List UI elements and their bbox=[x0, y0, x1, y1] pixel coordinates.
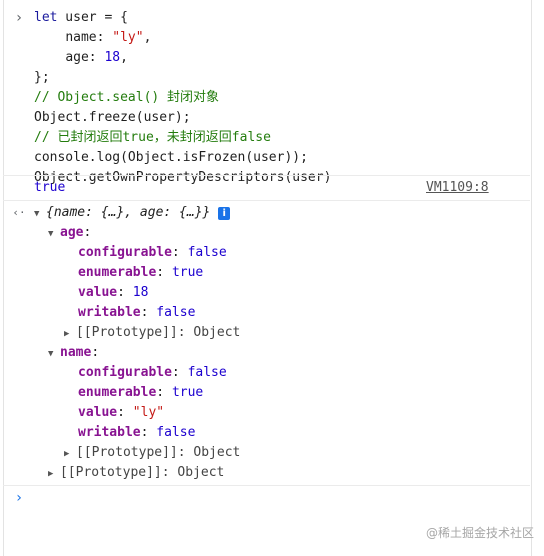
chevron-right-icon: › bbox=[14, 10, 24, 26]
code-text: : bbox=[88, 50, 105, 65]
collapse-arrow-icon[interactable]: ▶ bbox=[64, 324, 76, 344]
code-keyword: let bbox=[34, 10, 58, 25]
property-key: value bbox=[78, 285, 118, 300]
code-line-5: // Object.seal() 封闭对象 bbox=[34, 90, 220, 105]
result-arrow-icon: ‹· bbox=[12, 206, 26, 219]
prop-row: value: 18 bbox=[78, 285, 149, 300]
prototype-row[interactable]: ▶ [[Prototype]]: Object bbox=[64, 323, 240, 343]
property-value: true bbox=[171, 385, 204, 400]
source-link[interactable]: VM1109:8 bbox=[426, 178, 489, 198]
watermark: @稀土掘金技术社区 bbox=[426, 526, 535, 540]
prop-row: enumerable: true bbox=[78, 265, 204, 280]
code-line-1: let user = { bbox=[34, 8, 128, 28]
divider bbox=[3, 175, 530, 176]
code-text: , bbox=[143, 30, 152, 45]
prop-row: writable: false bbox=[78, 305, 196, 320]
code-string: "ly" bbox=[112, 30, 144, 45]
prop-row: enumerable: true bbox=[78, 385, 204, 400]
property-key: writable bbox=[78, 305, 141, 320]
property-key: enumerable bbox=[78, 265, 157, 280]
prop-row: value: "ly" bbox=[78, 405, 165, 420]
tree-node-age[interactable]: ▼ age: bbox=[48, 223, 91, 243]
divider bbox=[3, 200, 530, 201]
code-line-3: age: 18, bbox=[34, 48, 128, 68]
info-icon[interactable]: i bbox=[218, 207, 231, 220]
tree-node-name[interactable]: ▼ name: bbox=[48, 343, 99, 363]
collapse-arrow-icon[interactable]: ▶ bbox=[64, 444, 76, 464]
property-value: false bbox=[156, 305, 196, 320]
code-text: , bbox=[120, 50, 128, 65]
prototype-label: [[Prototype]]: Object bbox=[76, 445, 241, 460]
code-line-2: name: "ly", bbox=[34, 28, 151, 48]
property-key: value bbox=[78, 405, 118, 420]
property-key: age bbox=[60, 225, 84, 240]
code-text: name bbox=[65, 30, 97, 45]
expand-arrow-icon[interactable]: ▼ bbox=[34, 204, 46, 224]
property-key: configurable bbox=[78, 365, 172, 380]
result-summary: {name: {…}, age: {…}} bbox=[46, 205, 211, 220]
log-output: true bbox=[34, 178, 65, 198]
collapse-arrow-icon[interactable]: ▶ bbox=[48, 464, 60, 484]
prototype-label: [[Prototype]]: Object bbox=[76, 325, 241, 340]
code-line-8: console.log(Object.isFrozen(user)); bbox=[34, 150, 308, 165]
code-line-9: Object.getOwnPropertyDescriptors(user) bbox=[34, 170, 332, 185]
code-text: : bbox=[96, 30, 113, 45]
code-text: age bbox=[65, 50, 89, 65]
prototype-row[interactable]: ▶ [[Prototype]]: Object bbox=[64, 443, 240, 463]
property-value: 18 bbox=[132, 285, 149, 300]
prototype-label: [[Prototype]]: Object bbox=[60, 465, 225, 480]
code-text: user = { bbox=[57, 10, 128, 25]
property-key: enumerable bbox=[78, 385, 157, 400]
prototype-row[interactable]: ▶ [[Prototype]]: Object bbox=[48, 463, 224, 483]
prop-row: configurable: false bbox=[78, 365, 227, 380]
code-line-4: }; bbox=[34, 70, 50, 85]
property-value: false bbox=[187, 365, 227, 380]
property-key: writable bbox=[78, 425, 141, 440]
console-input[interactable] bbox=[34, 488, 504, 508]
code-line-7: // 已封闭返回true，未封闭返回false bbox=[34, 130, 271, 145]
prop-row: writable: false bbox=[78, 425, 196, 440]
divider bbox=[3, 485, 530, 486]
chevron-right-icon: › bbox=[14, 490, 24, 506]
code-number: 18 bbox=[104, 50, 121, 65]
result-summary-row[interactable]: ▼ {name: {…}, age: {…}} i bbox=[34, 203, 231, 224]
property-value: true bbox=[171, 265, 204, 280]
property-value: false bbox=[187, 245, 227, 260]
property-key: name bbox=[60, 345, 92, 360]
property-value: "ly" bbox=[132, 405, 165, 420]
log-value: true bbox=[34, 180, 66, 195]
prop-row: configurable: false bbox=[78, 245, 227, 260]
expand-arrow-icon[interactable]: ▼ bbox=[48, 224, 60, 244]
code-line-6: Object.freeze(user); bbox=[34, 110, 191, 125]
property-key: configurable bbox=[78, 245, 172, 260]
expand-arrow-icon[interactable]: ▼ bbox=[48, 344, 60, 364]
property-value: false bbox=[156, 425, 196, 440]
